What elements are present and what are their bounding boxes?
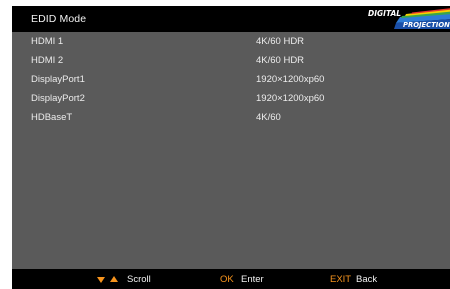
edid-value: 1920×1200xp60 (256, 93, 325, 104)
input-name: HDMI 2 (31, 55, 64, 66)
list-item-displayport1[interactable]: DisplayPort1 1920×1200xp60 (12, 72, 450, 89)
list-item-hdmi-2[interactable]: HDMI 2 4K/60 HDR (12, 53, 450, 70)
input-name: HDMI 1 (31, 36, 64, 47)
back-hint-label: Back (356, 274, 378, 285)
input-name: HDBaseT (31, 112, 73, 123)
key-hint-bar: Scroll OK Enter EXIT Back (12, 269, 450, 289)
arrow-up-icon (110, 276, 118, 282)
edid-mode-menu: EDID Mode DIGITAL PROJECTION HDMI 1 4K/6… (12, 6, 450, 289)
enter-hint-label: Enter (241, 274, 264, 285)
arrow-down-icon (97, 277, 105, 283)
input-name: DisplayPort2 (31, 93, 85, 104)
list-item-displayport2[interactable]: DisplayPort2 1920×1200xp60 (12, 91, 450, 108)
exit-key-label: EXIT (330, 274, 352, 285)
list-item-hdbaset[interactable]: HDBaseT 4K/60 (12, 110, 450, 127)
edid-value: 4K/60 (256, 112, 281, 123)
digital-projection-logo: DIGITAL PROJECTION (368, 8, 450, 29)
edid-value: 4K/60 HDR (256, 36, 305, 47)
svg-text:PROJECTION: PROJECTION (403, 21, 450, 29)
input-name: DisplayPort1 (31, 74, 85, 85)
list-item-hdmi-1[interactable]: HDMI 1 4K/60 HDR (12, 34, 450, 51)
svg-text:DIGITAL: DIGITAL (368, 9, 401, 18)
menu-header: EDID Mode DIGITAL PROJECTION (12, 6, 450, 32)
menu-title: EDID Mode (31, 13, 87, 25)
edid-value: 4K/60 HDR (256, 55, 305, 66)
ok-key-label: OK (220, 274, 234, 285)
scroll-hint-label: Scroll (127, 274, 151, 285)
edid-value: 1920×1200xp60 (256, 74, 325, 85)
